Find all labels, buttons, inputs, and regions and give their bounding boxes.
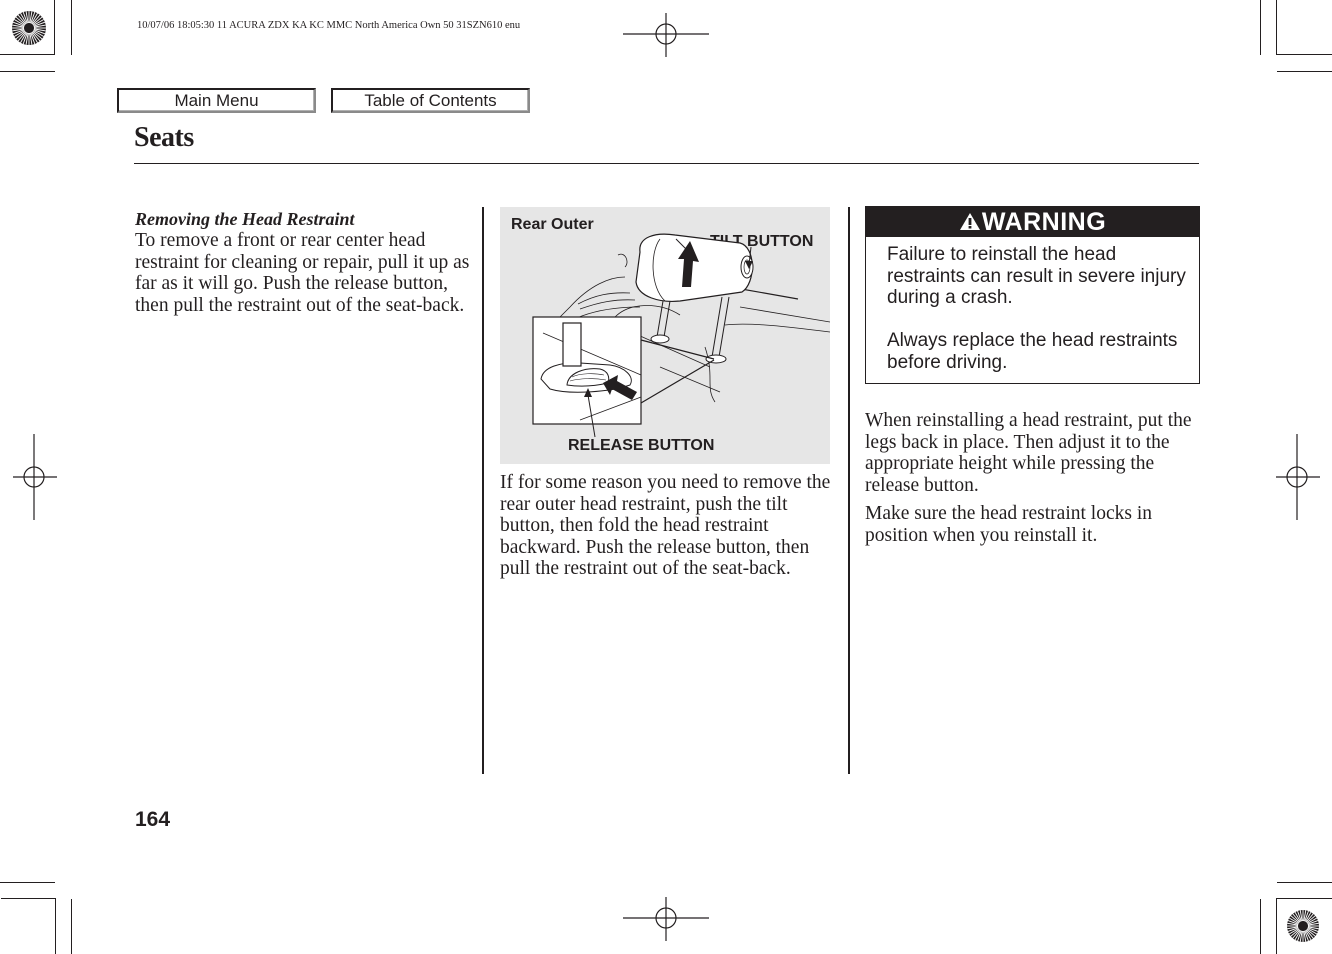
body-paragraph: To remove a front or rear center head re… [135, 230, 470, 316]
crop-mark [71, 899, 72, 954]
warning-body: Failure to reinstall the head restraints… [866, 237, 1199, 374]
head-restraint-illustration: Rear Outer TILT BUTTON RELEASE BUTTON [500, 207, 830, 464]
warning-header: WARNING [866, 207, 1199, 237]
crop-mark [1276, 0, 1277, 55]
warning-heading: WARNING [981, 208, 1107, 236]
crop-mark [0, 54, 55, 55]
crop-mark [1260, 0, 1261, 55]
column-divider [848, 207, 850, 774]
body-paragraph: Make sure the head restraint locks in po… [865, 503, 1152, 546]
column-divider [482, 207, 484, 774]
crop-mark [1260, 899, 1261, 954]
crop-mark [1277, 882, 1332, 883]
seat-drawing [532, 233, 830, 438]
warning-box: WARNING Failure to reinstall the head re… [865, 206, 1200, 384]
column-1: Removing the Head Restraint To remove a … [135, 209, 470, 316]
main-menu-button[interactable]: Main Menu [117, 88, 316, 113]
page-number: 164 [135, 808, 171, 831]
body-paragraph: When reinstalling a head restraint, put … [865, 410, 1192, 496]
crop-mark [1, 898, 55, 899]
crop-mark [55, 898, 56, 954]
registration-starburst-icon-bottom-right [1286, 909, 1320, 943]
print-job-info: 10/07/06 18:05:30 11 ACURA ZDX KA KC MMC… [137, 20, 521, 31]
column-3-text: When reinstalling a head restraint, put … [865, 410, 1205, 547]
table-of-contents-button[interactable]: Table of Contents [331, 88, 530, 113]
crop-mark [1276, 54, 1332, 55]
registration-crosshair-icon-left [13, 434, 57, 520]
crop-mark [54, 0, 55, 55]
registration-starburst-icon-top-left [12, 11, 46, 45]
crop-mark [1277, 71, 1332, 72]
registration-crosshair-icon-right [1276, 434, 1320, 520]
warning-paragraph: Always replace the head restraints befor… [887, 330, 1178, 373]
crop-mark [0, 882, 55, 883]
crop-mark [0, 71, 55, 72]
section-subheading: Removing the Head Restraint [135, 209, 355, 229]
body-paragraph: If for some reason you need to remove th… [500, 472, 831, 580]
column-2-text: If for some reason you need to remove th… [500, 472, 835, 580]
registration-crosshair-icon-top [623, 13, 709, 57]
crop-mark [71, 0, 72, 55]
title-divider [134, 163, 1199, 164]
registration-crosshair-icon-bottom [623, 897, 709, 941]
page-title: Seats [134, 122, 194, 153]
warning-triangle-icon [959, 213, 980, 230]
warning-paragraph: Failure to reinstall the head restraints… [887, 244, 1186, 309]
